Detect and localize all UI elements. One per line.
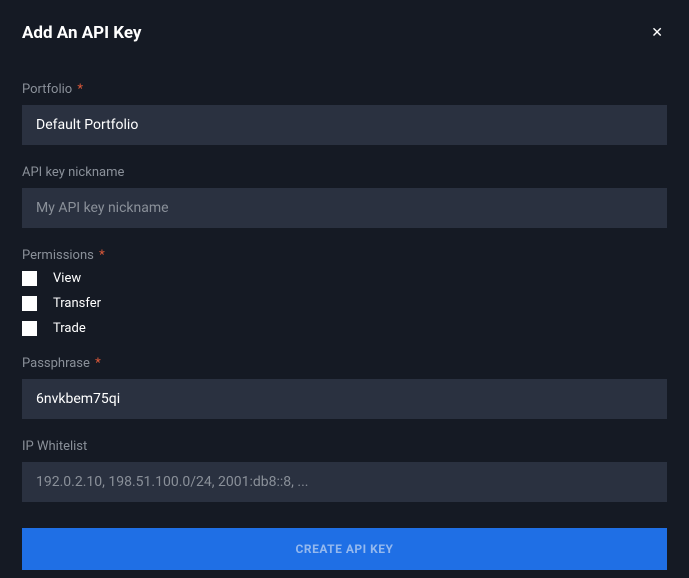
required-mark: * xyxy=(95,356,101,371)
close-icon[interactable]: ✕ xyxy=(647,22,667,44)
portfolio-field: Portfolio * xyxy=(22,82,667,145)
ip-whitelist-input[interactable] xyxy=(22,462,667,502)
nickname-label: API key nickname xyxy=(22,165,667,180)
ip-whitelist-field: IP Whitelist xyxy=(22,439,667,502)
permission-checkbox-view[interactable] xyxy=(22,271,37,286)
permission-label-view[interactable]: View xyxy=(53,271,81,286)
dialog-header: Add An API Key ✕ xyxy=(22,22,667,44)
permission-item-trade: Trade xyxy=(22,321,667,336)
dialog-title: Add An API Key xyxy=(22,23,142,43)
permission-item-transfer: Transfer xyxy=(22,296,667,311)
nickname-field: API key nickname xyxy=(22,165,667,228)
portfolio-label: Portfolio * xyxy=(22,82,667,97)
portfolio-input[interactable] xyxy=(22,105,667,145)
passphrase-field: Passphrase * xyxy=(22,356,667,419)
nickname-input[interactable] xyxy=(22,188,667,228)
permissions-field: Permissions * View Transfer Trade xyxy=(22,248,667,336)
passphrase-input[interactable] xyxy=(22,379,667,419)
permissions-label-text: Permissions xyxy=(22,248,94,263)
permission-label-trade[interactable]: Trade xyxy=(53,321,86,336)
permission-label-transfer[interactable]: Transfer xyxy=(53,296,101,311)
portfolio-label-text: Portfolio xyxy=(22,82,72,97)
permission-checkbox-trade[interactable] xyxy=(22,321,37,336)
passphrase-label: Passphrase * xyxy=(22,356,667,371)
permissions-label: Permissions * xyxy=(22,248,667,263)
permission-checkbox-transfer[interactable] xyxy=(22,296,37,311)
required-mark: * xyxy=(77,82,83,97)
permission-item-view: View xyxy=(22,271,667,286)
passphrase-label-text: Passphrase xyxy=(22,356,90,371)
ip-whitelist-label: IP Whitelist xyxy=(22,439,667,454)
required-mark: * xyxy=(99,248,105,263)
create-api-key-button[interactable]: CREATE API KEY xyxy=(22,528,667,570)
